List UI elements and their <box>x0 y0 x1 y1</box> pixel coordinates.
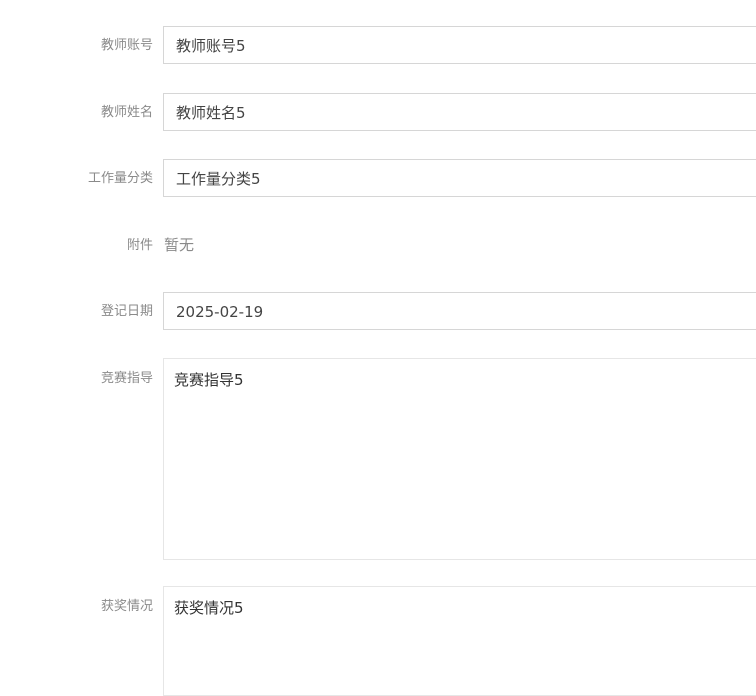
attachment-label: 附件 <box>126 238 153 253</box>
register-date-field[interactable]: 2025-02-19 <box>163 292 756 330</box>
competition-guidance-textarea[interactable]: 竞赛指导5 <box>163 358 756 560</box>
teacher-name-field[interactable]: 教师姓名5 <box>163 93 756 131</box>
award-status-textarea[interactable]: 获奖情况5 <box>163 586 756 696</box>
teacher-account-row: 教师账号 教师账号5 <box>0 26 756 66</box>
workload-category-row: 工作量分类 工作量分类5 <box>0 159 756 199</box>
teacher-account-field[interactable]: 教师账号5 <box>163 26 756 64</box>
register-date-row: 登记日期 2025-02-19 <box>0 292 756 332</box>
competition-guidance-label: 竞赛指导 <box>100 371 153 386</box>
workload-category-field[interactable]: 工作量分类5 <box>163 159 756 197</box>
teacher-name-row: 教师姓名 教师姓名5 <box>0 93 756 133</box>
competition-guidance-row: 竞赛指导 竞赛指导5 <box>0 358 756 560</box>
workload-category-label: 工作量分类 <box>87 171 153 186</box>
attachment-value: 暂无 <box>164 236 195 254</box>
teacher-account-label: 教师账号 <box>100 38 153 53</box>
register-date-label: 登记日期 <box>100 304 153 319</box>
attachment-row: 附件 暂无 <box>0 236 756 256</box>
award-status-row: 获奖情况 获奖情况5 <box>0 586 756 696</box>
award-status-label: 获奖情况 <box>100 599 153 614</box>
teacher-name-label: 教师姓名 <box>100 105 153 120</box>
